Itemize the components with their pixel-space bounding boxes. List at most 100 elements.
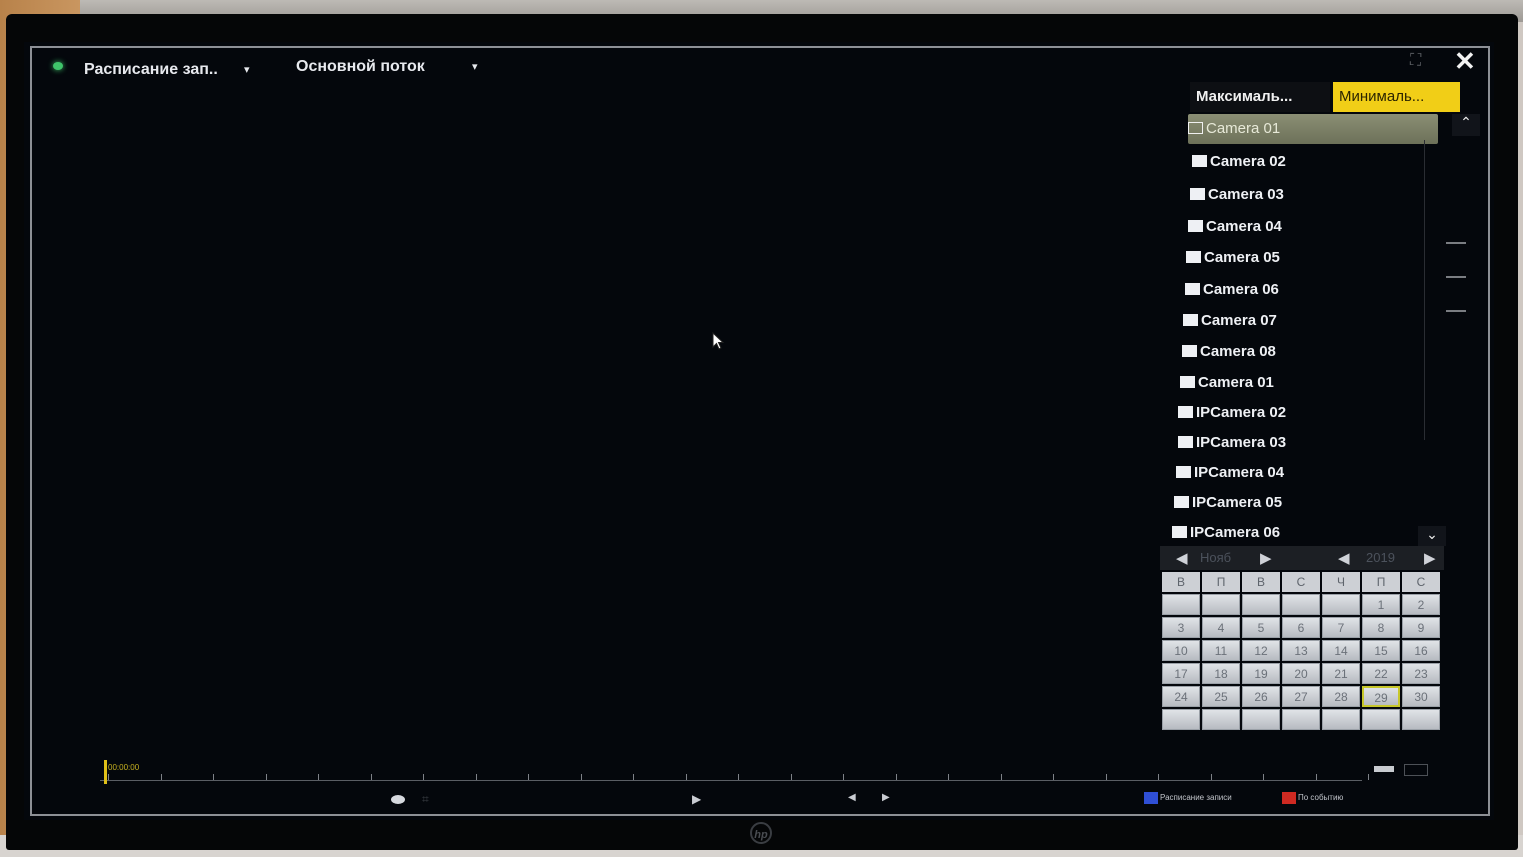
calendar-day[interactable]: 17 [1162,663,1200,684]
camera-list-item[interactable]: IPCamera 05 [1174,488,1282,518]
calendar-day[interactable]: 3 [1162,617,1200,638]
camera-list-item[interactable]: Camera 07 [1183,306,1277,336]
prev-frame-button[interactable]: ◀ [848,792,856,803]
tab-maximum[interactable]: Максималь... [1190,82,1330,112]
stream-dropdown[interactable]: Основной поток [296,58,425,76]
timeline-tick [580,774,582,780]
timeline-zoom-out-icon[interactable] [1374,766,1394,772]
eye-icon[interactable] [391,795,405,804]
calendar-day[interactable] [1242,709,1280,730]
calendar-day[interactable]: 25 [1202,686,1240,707]
calendar-day[interactable]: 11 [1202,640,1240,661]
calendar-day[interactable] [1162,594,1200,615]
calendar-day[interactable]: 20 [1282,663,1320,684]
calendar-day[interactable]: 19 [1242,663,1280,684]
camera-list-item[interactable]: Camera 01 [1180,368,1274,398]
timeline-position-marker[interactable] [104,760,107,784]
calendar-day[interactable] [1282,709,1320,730]
camera-label: Camera 05 [1204,249,1280,266]
calendar-day[interactable] [1322,594,1360,615]
camera-list-item[interactable]: Camera 08 [1182,337,1276,367]
scroll-up-icon[interactable]: ⌃ [1452,114,1480,136]
calendar-day[interactable]: 24 [1162,686,1200,707]
crop-icon[interactable]: ⌗ [422,792,429,807]
calendar-day[interactable]: 29 [1362,686,1400,707]
checkbox-icon[interactable] [1174,496,1189,508]
prev-year-icon[interactable]: ◀ [1338,549,1350,567]
checkbox-icon[interactable] [1192,155,1207,167]
camera-list-item[interactable]: Camera 05 [1186,243,1280,273]
calendar-day[interactable] [1202,709,1240,730]
timeline[interactable]: 00:00:00 [100,760,1370,790]
calendar-day[interactable] [1282,594,1320,615]
checkbox-icon[interactable] [1178,406,1193,418]
calendar-day[interactable]: 9 [1402,617,1440,638]
camera-list-item[interactable]: IPCamera 03 [1178,428,1286,458]
calendar-day[interactable]: 21 [1322,663,1360,684]
calendar-day[interactable]: 16 [1402,640,1440,661]
calendar-day[interactable]: 6 [1282,617,1320,638]
close-icon[interactable]: ✕ [1454,46,1476,77]
calendar-day[interactable]: 7 [1322,617,1360,638]
camera-list-item[interactable]: Camera 04 [1188,212,1282,242]
camera-list-item[interactable]: Camera 06 [1185,275,1279,305]
stream-dropdown-arrow-icon[interactable]: ▾ [472,60,478,73]
calendar-day[interactable] [1362,709,1400,730]
prev-month-icon[interactable]: ◀ [1176,549,1188,567]
tab-minimum[interactable]: Минималь... [1333,82,1460,112]
calendar-day[interactable] [1202,594,1240,615]
calendar-day[interactable]: 27 [1282,686,1320,707]
checkbox-icon[interactable] [1182,345,1197,357]
calendar-day[interactable]: 14 [1322,640,1360,661]
calendar-day[interactable]: 22 [1362,663,1400,684]
weekday-label: П [1362,572,1400,592]
timeline-zoom-in-icon[interactable] [1404,764,1428,776]
checkbox-icon[interactable] [1176,466,1191,478]
calendar-day[interactable]: 4 [1202,617,1240,638]
scroll-down-icon[interactable]: ⌄ [1418,526,1446,546]
calendar-day[interactable]: 10 [1162,640,1200,661]
calendar-day[interactable]: 13 [1282,640,1320,661]
checkbox-icon[interactable] [1186,251,1201,263]
calendar-day[interactable]: 23 [1402,663,1440,684]
legend-event-swatch [1282,792,1296,804]
calendar-day[interactable]: 2 [1402,594,1440,615]
checkbox-icon[interactable] [1188,122,1203,134]
camera-list-item[interactable]: Camera 02 [1192,147,1286,177]
camera-list-item[interactable]: IPCamera 04 [1176,458,1284,488]
next-frame-button[interactable]: ▶ [882,792,890,803]
timeline-tick [213,774,214,780]
checkbox-icon[interactable] [1183,314,1198,326]
calendar-day[interactable]: 28 [1322,686,1360,707]
calendar-day[interactable]: 18 [1202,663,1240,684]
play-button[interactable]: ▶ [692,792,701,806]
calendar-day[interactable]: 8 [1362,617,1400,638]
calendar-day[interactable]: 26 [1242,686,1280,707]
calendar-day[interactable] [1402,709,1440,730]
camera-list-item[interactable]: IPCamera 06 [1172,518,1280,548]
calendar-day[interactable] [1162,709,1200,730]
schedule-dropdown[interactable]: Расписание зап.. [84,61,218,79]
camera-list-item[interactable]: Camera 03 [1190,180,1284,210]
checkbox-icon[interactable] [1185,283,1200,295]
calendar-day[interactable] [1242,594,1280,615]
camera-list-item[interactable]: Camera 01 [1188,114,1438,144]
checkbox-icon[interactable] [1188,220,1203,232]
next-month-icon[interactable]: ▶ [1260,549,1272,567]
camera-list-scrollbar-track[interactable] [1424,140,1425,440]
next-year-icon[interactable]: ▶ [1424,549,1436,567]
camera-list-item[interactable]: IPCamera 02 [1178,398,1286,428]
calendar-day[interactable]: 30 [1402,686,1440,707]
calendar-day[interactable]: 1 [1362,594,1400,615]
calendar-day[interactable]: 5 [1242,617,1280,638]
checkbox-icon[interactable] [1178,436,1193,448]
camera-label: IPCamera 03 [1196,434,1287,451]
calendar-day[interactable]: 15 [1362,640,1400,661]
fullscreen-icon[interactable]: ⛶ [1410,52,1421,70]
checkbox-icon[interactable] [1172,526,1187,538]
checkbox-icon[interactable] [1190,188,1205,200]
calendar-day[interactable] [1322,709,1360,730]
calendar-day[interactable]: 12 [1242,640,1280,661]
checkbox-icon[interactable] [1180,376,1195,388]
schedule-dropdown-arrow-icon[interactable]: ▾ [244,63,250,76]
